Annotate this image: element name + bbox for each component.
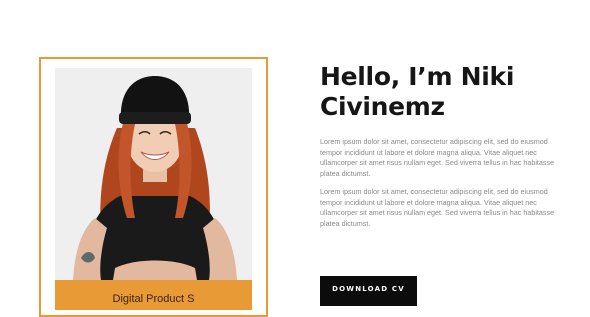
profile-photo (55, 68, 252, 280)
about-paragraph-2: Lorem ipsum dolor sit amet, consectetur … (320, 187, 555, 228)
about-paragraph-1: Lorem ipsum dolor sit amet, consectetur … (320, 137, 555, 178)
download-cv-button[interactable]: DOWNLOAD CV (320, 276, 417, 306)
page-title: Hello, I’m Niki Civinemz (320, 62, 515, 121)
caption-bar: Digital Product S (55, 280, 252, 310)
